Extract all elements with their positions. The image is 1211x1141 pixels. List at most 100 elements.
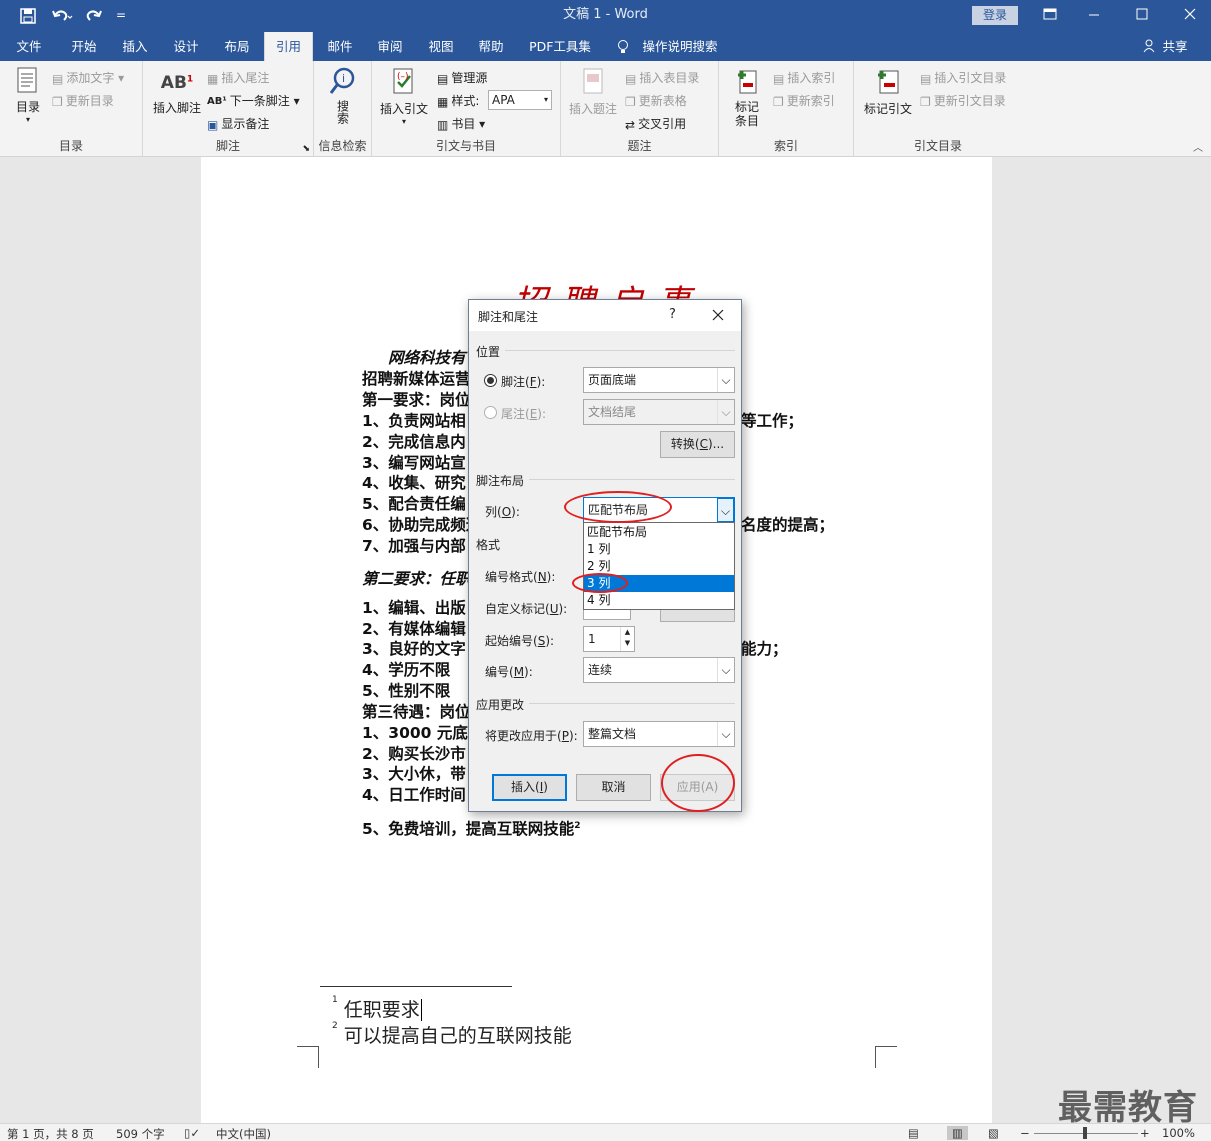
insert-endnote-button[interactable]: ▦ 插入尾注 [207, 69, 269, 86]
group-label-toa: 引文目录 [913, 139, 962, 153]
language-indicator[interactable]: 中文(中国) [216, 1126, 271, 1141]
doc-line: 4、收集、研究 [362, 474, 466, 492]
share-icon[interactable] [1142, 32, 1156, 61]
web-layout-icon[interactable]: ▧ [988, 1126, 999, 1140]
maximize-icon[interactable] [1128, 0, 1156, 32]
insert-index-button[interactable]: ▤ 插入索引 [773, 69, 835, 86]
tab-design[interactable]: 设计 [164, 32, 208, 61]
footnote-location-select[interactable]: 页面底端 ⌵ [583, 367, 735, 393]
insert-caption-button[interactable]: 插入题注 [567, 67, 619, 117]
insert-caption-icon [583, 68, 603, 94]
tab-home[interactable]: 开始 [62, 32, 106, 61]
columns-option[interactable]: 1 列 [584, 541, 734, 558]
share-button[interactable]: 共享 [1158, 32, 1192, 61]
toc-button[interactable]: 目录 ▾ [10, 67, 46, 124]
tab-review[interactable]: 审阅 [368, 32, 412, 61]
update-table-button[interactable]: ❐ 更新表格 [625, 92, 687, 109]
annotation-ellipse [572, 573, 628, 593]
style-icon: ▦ [437, 94, 449, 109]
ribbon: 目录 ▾ ▤ 添加文字 ▾ ❐ 更新目录 目录 AB1 插入脚注 ▦ 插入尾注 AB¹… [0, 61, 1211, 157]
doc-line: 2、购买长沙市 [362, 745, 466, 763]
undo-icon[interactable] [46, 0, 78, 32]
update-index-icon: ❐ [773, 94, 784, 109]
columns-option[interactable]: 4 列 [584, 592, 734, 609]
search-button[interactable]: i 搜索 [324, 67, 362, 124]
next-footnote-button[interactable]: AB¹ 下一条脚注 ▾ [207, 92, 300, 109]
manage-sources-icon: ▤ [437, 71, 449, 86]
insert-toa-button[interactable]: ▤ 插入引文目录 [920, 69, 1006, 86]
apply-heading: 应用更改 [476, 698, 525, 712]
mark-citation-button[interactable]: 标记引文 [862, 67, 914, 117]
minimize-icon[interactable] [1080, 0, 1108, 32]
zoom-out-icon[interactable]: − [1020, 1126, 1030, 1140]
endnote-location-select[interactable]: 文档结尾 ⌵ [583, 399, 735, 425]
update-toa-button[interactable]: ❐ 更新引文目录 [920, 92, 1006, 109]
columns-option[interactable]: 匹配节布局 [584, 524, 734, 541]
apply-to-label: 将更改应用于(P): [485, 729, 578, 743]
tab-help[interactable]: 帮助 [469, 32, 513, 61]
show-notes-button[interactable]: ▣ 显示备注 [207, 115, 269, 132]
footnote-reference: 2 [574, 820, 581, 831]
citation-style-select[interactable]: APA ▾ [488, 90, 552, 110]
tab-insert[interactable]: 插入 [113, 32, 157, 61]
tell-me-search[interactable]: 操作说明搜索 [640, 32, 720, 61]
tab-view[interactable]: 视图 [419, 32, 463, 61]
numbering-select[interactable]: 连续 ⌵ [583, 657, 735, 683]
save-icon[interactable] [14, 0, 42, 32]
bibliography-button[interactable]: ▥ 书目 ▾ [437, 115, 485, 132]
tab-file[interactable]: 文件 [8, 32, 50, 61]
customize-qat-button[interactable]: = [112, 0, 130, 32]
tab-mailings[interactable]: 邮件 [318, 32, 362, 61]
login-button[interactable]: 登录 [972, 6, 1018, 25]
cross-reference-button[interactable]: ⇄ 交叉引用 [625, 115, 686, 132]
cancel-button[interactable]: 取消 [576, 774, 651, 801]
divider [505, 350, 735, 351]
manage-sources-button[interactable]: ▤ 管理源 [437, 69, 487, 86]
update-index-button[interactable]: ❐ 更新索引 [773, 92, 835, 109]
insert-citation-button[interactable]: (–) 插入引文 ▾ [378, 67, 430, 126]
chevron-down-icon: ⌵ [717, 722, 734, 746]
close-window-icon[interactable] [1176, 0, 1204, 32]
add-text-button[interactable]: ▤ 添加文字 ▾ [52, 69, 124, 86]
spinner-arrows-icon[interactable]: ▲ ▼ [620, 627, 634, 651]
page-count[interactable]: 第 1 页，共 8 页 [7, 1126, 94, 1141]
ribbon-display-options-icon[interactable] [1036, 0, 1064, 32]
insert-button[interactable]: 插入(I) [492, 774, 567, 801]
group-label-footnotes: 脚注 [215, 139, 240, 153]
redo-icon[interactable] [82, 0, 106, 32]
tab-pdf-tools[interactable]: PDF工具集 [524, 32, 596, 61]
read-mode-icon[interactable]: ▤ [908, 1126, 919, 1140]
insert-footnote-button[interactable]: AB1 插入脚注 [151, 73, 203, 116]
print-layout-icon[interactable]: ▥ [947, 1126, 968, 1140]
footnote-ab-icon: AB1 [160, 73, 194, 93]
apply-to-select[interactable]: 整篇文档 ⌵ [583, 721, 735, 747]
mark-entry-icon [738, 70, 757, 94]
start-at-spinner[interactable]: 1 ▲ ▼ [583, 626, 635, 652]
convert-button[interactable]: 转换(C)... [660, 431, 735, 458]
help-icon[interactable]: ? [669, 307, 676, 322]
mark-entry-button[interactable]: 标记条目 [727, 67, 767, 128]
footnote-radio[interactable] [484, 374, 497, 387]
dialog-title-bar: 脚注和尾注 ? [469, 300, 741, 331]
update-toc-button[interactable]: ❐ 更新目录 [52, 92, 114, 109]
zoom-slider-thumb[interactable] [1083, 1127, 1087, 1139]
tab-layout[interactable]: 布局 [215, 32, 259, 61]
proofing-icon[interactable]: ▯✓ [184, 1126, 200, 1140]
group-label-toc: 目录 [58, 139, 83, 153]
footnote-1[interactable]: 1任职要求​ [332, 995, 422, 1022]
tab-references[interactable]: 引用 [264, 32, 313, 61]
chevron-down-icon: ⌵ [717, 368, 734, 392]
collapse-ribbon-icon[interactable]: ︿ [1193, 139, 1203, 154]
footnote-dialog-launcher-icon[interactable]: ⬊ [302, 144, 310, 154]
doc-line: 1、3000 元底薪 [362, 724, 484, 742]
zoom-in-icon[interactable]: + [1140, 1126, 1150, 1140]
zoom-level[interactable]: 100% [1162, 1126, 1195, 1140]
doc-line: 3、大小休，带 [362, 765, 466, 783]
dialog-close-icon[interactable] [712, 305, 724, 324]
insert-tof-button[interactable]: ▤ 插入表目录 [625, 69, 699, 86]
word-count[interactable]: 509 个字 [116, 1126, 165, 1141]
endnote-radio[interactable] [484, 406, 497, 419]
svg-text:(–): (–) [397, 72, 409, 82]
lightbulb-icon [616, 32, 630, 61]
footnote-2[interactable]: 2 可以提高自己的互联网技能 [332, 1021, 572, 1048]
